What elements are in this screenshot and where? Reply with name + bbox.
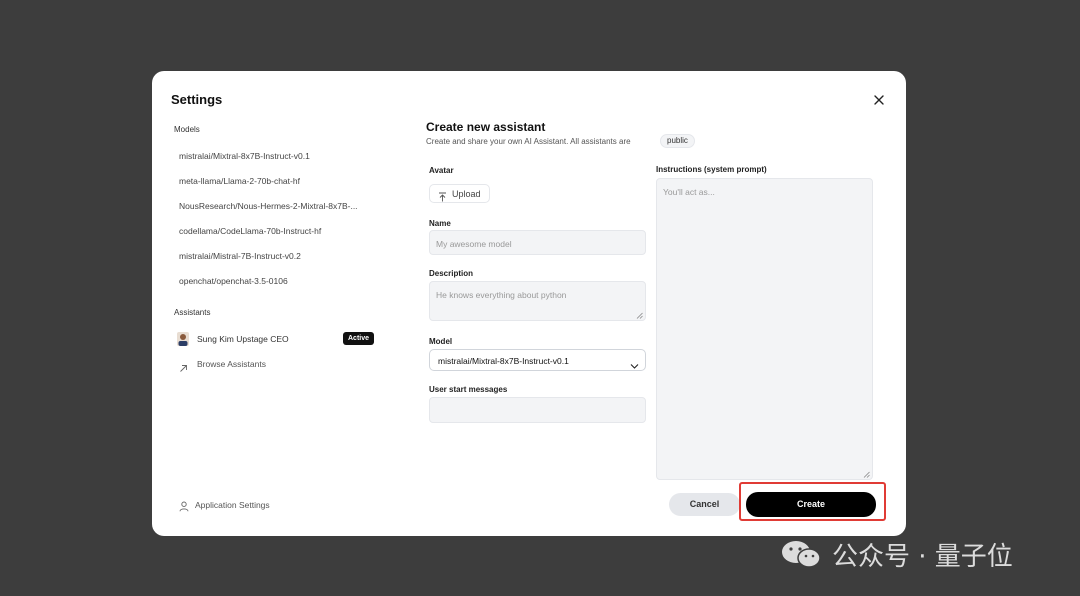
model-item[interactable]: NousResearch/Nous-Hermes-2-Mixtral-8x7B-…	[179, 201, 379, 211]
watermark-text: 公众号 · 量子位	[832, 542, 1013, 572]
resize-handle-icon[interactable]	[636, 311, 643, 319]
create-button[interactable]: Create	[746, 492, 876, 517]
avatar	[177, 332, 189, 346]
wechat-logo-icon	[780, 539, 824, 569]
form-subtitle: Create and share your own AI Assistant. …	[426, 137, 631, 146]
name-label: Name	[429, 219, 451, 228]
assistant-name: Sung Kim Upstage CEO	[197, 334, 289, 344]
model-item[interactable]: meta-llama/Llama-2-70b-chat-hf	[179, 176, 379, 186]
start-messages-input[interactable]	[429, 397, 646, 423]
arrow-up-right-icon	[179, 360, 188, 372]
form-title: Create new assistant	[426, 120, 546, 134]
model-item[interactable]: mistralai/Mistral-7B-Instruct-v0.2	[179, 251, 379, 261]
description-placeholder: He knows everything about python	[436, 290, 567, 300]
avatar-label: Avatar	[429, 166, 454, 175]
close-icon[interactable]	[872, 93, 886, 107]
model-label: Model	[429, 337, 453, 346]
user-icon	[179, 499, 189, 512]
resize-handle-icon[interactable]	[863, 470, 870, 478]
chevron-down-icon	[630, 357, 639, 369]
assistants-section-label: Assistants	[174, 308, 211, 317]
model-item[interactable]: codellama/CodeLlama-70b-Instruct-hf	[179, 226, 379, 236]
settings-modal: Settings Models mistralai/Mixtral-8x7B-I…	[152, 71, 906, 536]
model-item[interactable]: mistralai/Mixtral-8x7B-Instruct-v0.1	[179, 151, 379, 161]
instructions-textarea[interactable]: You'll act as...	[656, 178, 873, 480]
start-messages-label: User start messages	[429, 385, 508, 394]
cancel-button[interactable]: Cancel	[669, 493, 740, 516]
upload-label: Upload	[452, 189, 481, 199]
instructions-placeholder: You'll act as...	[663, 187, 715, 197]
visibility-badge: public	[660, 134, 695, 148]
upload-button[interactable]: Upload	[429, 184, 490, 203]
model-select-value: mistralai/Mixtral-8x7B-Instruct-v0.1	[438, 356, 569, 366]
upload-icon	[438, 189, 447, 202]
name-input[interactable]: My awesome model	[429, 230, 646, 255]
description-textarea[interactable]: He knows everything about python	[429, 281, 646, 321]
modal-title: Settings	[171, 92, 223, 107]
instructions-label: Instructions (system prompt)	[656, 165, 767, 174]
description-label: Description	[429, 269, 474, 278]
model-item[interactable]: openchat/openchat-3.5-0106	[179, 276, 379, 286]
application-settings-label: Application Settings	[195, 500, 270, 510]
assistant-item[interactable]: Sung Kim Upstage CEO Active	[177, 331, 377, 347]
models-section-label: Models	[174, 125, 200, 134]
active-badge: Active	[343, 332, 375, 345]
model-select[interactable]: mistralai/Mixtral-8x7B-Instruct-v0.1	[429, 349, 646, 371]
browse-assistants-label: Browse Assistants	[197, 359, 266, 369]
